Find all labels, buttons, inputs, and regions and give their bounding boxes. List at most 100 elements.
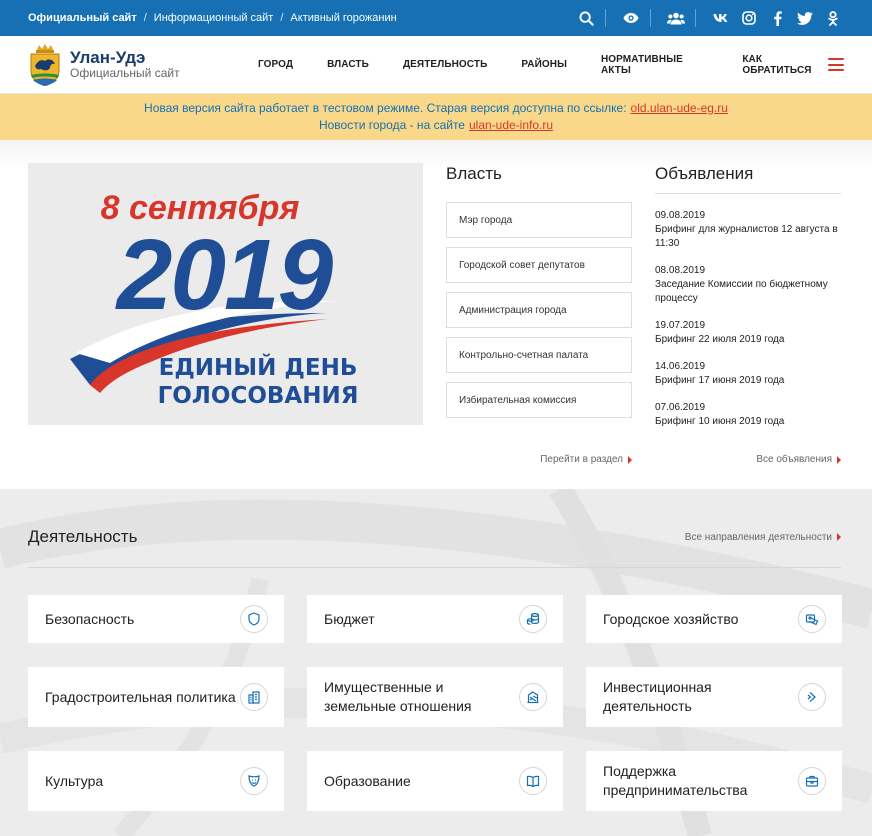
authority-link-council[interactable]: Городской совет депутатов	[446, 247, 632, 283]
nav-item-authority[interactable]: ВЛАСТЬ	[327, 59, 369, 70]
activity-card-label: Городское хозяйство	[603, 610, 739, 627]
separator: /	[143, 12, 147, 24]
announcements-section: Объявления 09.08.2019 Брифинг для журнал…	[655, 164, 841, 442]
arrow-right-icon	[837, 533, 841, 541]
divider	[695, 9, 696, 27]
announcements-title: Объявления	[655, 164, 754, 183]
news-site-link[interactable]: ulan-ude-info.ru	[469, 118, 553, 132]
activity-title: Деятельность	[28, 527, 138, 546]
activity-card-label: Культура	[45, 772, 104, 789]
eye-icon[interactable]	[620, 8, 642, 28]
banner-year: 2019	[115, 219, 334, 331]
site-link-official[interactable]: Официальный сайт	[28, 12, 137, 24]
chevron-right-icon	[798, 683, 826, 711]
authority-title: Власть	[446, 164, 502, 183]
activity-card-security[interactable]: Безопасность	[28, 595, 284, 643]
announcement-text: Брифинг для журналистов 12 августа в 11:…	[655, 224, 838, 249]
announcement-item[interactable]: 09.08.2019 Брифинг для журналистов 12 ав…	[655, 209, 841, 251]
test-mode-notice: Новая версия сайта работает в тестовом р…	[0, 94, 872, 140]
announcement-date: 14.06.2019	[655, 361, 706, 372]
nav-item-city[interactable]: ГОРОД	[258, 59, 293, 70]
activity-card-label: Имущественные и земельные отношения	[324, 679, 472, 714]
book-icon	[519, 767, 547, 795]
announcement-item[interactable]: 07.06.2019 Брифинг 10 июня 2019 года	[655, 401, 841, 429]
top-bar: Официальный сайт / Информационный сайт /…	[0, 0, 872, 36]
authority-more-label: Перейти в раздел	[540, 454, 623, 465]
instagram-icon[interactable]	[738, 8, 760, 28]
facebook-icon[interactable]	[766, 8, 788, 28]
announcement-date: 07.06.2019	[655, 402, 706, 413]
site-switcher: Официальный сайт / Информационный сайт /…	[28, 12, 397, 24]
coat-of-arms-icon	[30, 43, 60, 86]
nav-item-regulations[interactable]: НОРМАТИВНЫЕ АКТЫ	[601, 54, 708, 76]
nav-item-districts[interactable]: РАЙОНЫ	[521, 59, 567, 70]
site-logo[interactable]: Улан-Удэ Официальный сайт	[28, 43, 214, 86]
activity-card-label: Инвестиционная деятельность	[603, 679, 712, 714]
main-nav: ГОРОД ВЛАСТЬ ДЕЯТЕЛЬНОСТЬ РАЙОНЫ НОРМАТИ…	[222, 54, 828, 76]
shield-icon	[240, 605, 268, 633]
activity-card-property-land[interactable]: Имущественные и земельные отношения	[307, 667, 563, 727]
theater-icon	[240, 767, 268, 795]
activity-card-education[interactable]: Образование	[307, 751, 563, 811]
twitter-icon[interactable]	[794, 8, 816, 28]
activity-card-budget[interactable]: Бюджет	[307, 595, 563, 643]
activity-card-label: Безопасность	[45, 610, 135, 627]
old-site-link[interactable]: old.ulan-ude-eg.ru	[631, 101, 728, 115]
activity-card-label: Поддержка предпринимательства	[603, 763, 748, 798]
activity-card-investment[interactable]: Инвестиционная деятельность	[586, 667, 842, 727]
activity-card-city-economy[interactable]: Городское хозяйство	[586, 595, 842, 643]
main-content: 8 сентября 2019 ЕДИНЫЙ ДЕНЬ ГОЛОСОВАНИЯ …	[0, 140, 872, 489]
authority-links: Мэр города Городской совет депутатов Адм…	[446, 202, 632, 418]
odnoklassniki-icon[interactable]	[822, 8, 844, 28]
announcement-text: Заседание Комиссии по бюджетному процесс…	[655, 279, 828, 304]
banner-line-2: ГОЛОСОВАНИЯ	[158, 383, 359, 409]
authority-link-election-commission[interactable]: Избирательная комиссия	[446, 382, 632, 418]
site-link-active-citizen[interactable]: Активный горожанин	[290, 12, 396, 24]
arrow-right-icon	[837, 455, 841, 464]
announcements-more-link[interactable]: Все объявления	[655, 454, 841, 465]
divider	[605, 9, 606, 27]
activity-card-culture[interactable]: Культура	[28, 751, 284, 811]
authority-more-link[interactable]: Перейти в раздел	[446, 454, 632, 465]
arrow-right-icon	[628, 455, 632, 464]
divider	[655, 193, 841, 194]
authority-link-administration[interactable]: Администрация города	[446, 292, 632, 328]
coins-icon	[519, 605, 547, 633]
announcement-date: 19.07.2019	[655, 320, 706, 331]
activity-more-link[interactable]: Все направления деятельности	[685, 532, 841, 543]
announcement-date: 08.08.2019	[655, 265, 706, 276]
announcement-item[interactable]: 14.06.2019 Брифинг 17 июня 2019 года	[655, 360, 841, 388]
notice-line-2: Новости города - на сайте ulan-ude-info.r…	[319, 117, 553, 134]
announcement-text: Брифинг 22 июля 2019 года	[655, 334, 785, 345]
authority-link-audit-chamber[interactable]: Контрольно-счетная палата	[446, 337, 632, 373]
authority-link-mayor[interactable]: Мэр города	[446, 202, 632, 238]
notice-text: Новости города - на сайте	[318, 118, 465, 132]
site-header: Улан-Удэ Официальный сайт ГОРОД ВЛАСТЬ Д…	[0, 36, 872, 94]
announcement-text: Брифинг 10 июня 2019 года	[655, 416, 785, 427]
house-icon	[798, 605, 826, 633]
announcements-list: 09.08.2019 Брифинг для журналистов 12 ав…	[655, 209, 841, 429]
announcement-item[interactable]: 19.07.2019 Брифинг 22 июля 2019 года	[655, 319, 841, 347]
notice-line-1: Новая версия сайта работает в тестовом р…	[144, 100, 728, 117]
activity-card-label: Образование	[324, 772, 411, 789]
election-banner[interactable]: 8 сентября 2019 ЕДИНЫЙ ДЕНЬ ГОЛОСОВАНИЯ	[28, 163, 423, 425]
nav-item-contact[interactable]: КАК ОБРАТИТЬСЯ	[742, 54, 828, 76]
vk-icon[interactable]	[710, 8, 732, 28]
activity-card-label: Градостроительная политика	[45, 688, 236, 705]
menu-icon[interactable]	[828, 58, 844, 71]
notice-text: Новая версия сайта работает в тестовом р…	[144, 101, 627, 115]
activity-header: Деятельность Все направления деятельност…	[28, 527, 841, 547]
activity-card-business-support[interactable]: Поддержка предпринимательства	[586, 751, 842, 811]
site-link-info[interactable]: Информационный сайт	[154, 12, 274, 24]
separator: /	[280, 12, 284, 24]
announcement-item[interactable]: 08.08.2019 Заседание Комиссии по бюджетн…	[655, 264, 841, 306]
activity-card-urban-planning[interactable]: Градостроительная политика	[28, 667, 284, 727]
announcements-more-label: Все объявления	[756, 454, 832, 465]
divider	[650, 9, 651, 27]
search-icon[interactable]	[575, 8, 597, 28]
buildings-icon	[240, 683, 268, 711]
nav-item-activity[interactable]: ДЕЯТЕЛЬНОСТЬ	[403, 59, 487, 70]
announcement-text: Брифинг 17 июня 2019 года	[655, 375, 785, 386]
users-icon[interactable]	[665, 8, 687, 28]
divider	[28, 567, 841, 568]
